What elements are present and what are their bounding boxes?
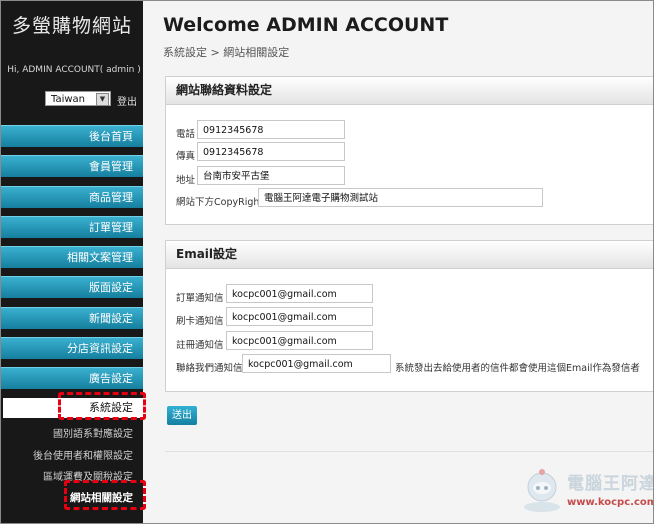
watermark: 電腦王阿達 www.kocpc.com.tw (519, 467, 653, 519)
menu-item-branches[interactable]: 分店資訊設定 (1, 337, 143, 360)
copyright-input[interactable]: 電腦王阿達電子購物測試站 (258, 188, 543, 207)
content-divider (165, 451, 653, 452)
sidebar: 多螢購物網站 Hi, ADMIN ACCOUNT( admin ) Taiwan… (1, 1, 143, 523)
contact-settings-panel: 網站聯絡資料設定 電話 0912345678 傳真 0912345678 地址 … (165, 76, 653, 225)
register-email-input[interactable]: kocpc001@gmail.com (226, 331, 373, 350)
watermark-name: 電腦王阿達 (567, 474, 654, 494)
card-email-input[interactable]: kocpc001@gmail.com (226, 307, 373, 326)
phone-input[interactable]: 0912345678 (197, 120, 345, 139)
sender-note: 系統發出去給使用者的信件都會使用這個Email作為發信者 (395, 363, 640, 374)
menu-item-layout[interactable]: 版面設定 (1, 276, 143, 299)
chevron-down-icon[interactable]: ▼ (96, 93, 109, 106)
email-panel-heading: Email設定 (166, 241, 653, 269)
fax-label: 傳真 (176, 151, 196, 162)
fax-input[interactable]: 0912345678 (197, 142, 345, 161)
page-title: Welcome ADMIN ACCOUNT (163, 14, 449, 36)
app-window: 多螢購物網站 Hi, ADMIN ACCOUNT( admin ) Taiwan… (0, 0, 654, 524)
contact-panel-heading: 網站聯絡資料設定 (166, 77, 653, 105)
language-select-value: Taiwan (51, 94, 86, 105)
language-select[interactable]: Taiwan ▼ (45, 91, 111, 106)
card-email-label: 刷卡通知信 (176, 316, 224, 327)
order-email-label: 訂單通知信 (176, 293, 224, 304)
menu-item-orders[interactable]: 訂單管理 (1, 215, 143, 238)
phone-label: 電話 (176, 129, 196, 140)
email-settings-panel: Email設定 訂單通知信 kocpc001@gmail.com 刷卡通知信 k… (165, 240, 653, 392)
submit-button[interactable]: 送出 (167, 406, 197, 425)
contact-email-label: 聯絡我們通知信 (176, 363, 243, 374)
main-menu: 後台首頁 會員管理 商品管理 訂單管理 相關文案管理 版面設定 新聞設定 分店資… (1, 125, 143, 398)
watermark-url: www.kocpc.com.tw (567, 497, 653, 508)
address-label: 地址 (176, 175, 196, 186)
menu-item-news[interactable]: 新聞設定 (1, 306, 143, 329)
register-email-label: 註冊通知信 (176, 340, 224, 351)
contact-email-input[interactable]: kocpc001@gmail.com (242, 354, 391, 373)
highlight-box-site-settings (64, 480, 146, 510)
highlight-box-system-settings (58, 392, 146, 420)
site-brand: 多螢購物網站 (11, 15, 132, 37)
menu-item-products[interactable]: 商品管理 (1, 185, 143, 208)
mascot-icon (524, 469, 560, 512)
menu-item-copywriting[interactable]: 相關文案管理 (1, 246, 143, 269)
submenu-item-admin-users[interactable]: 後台使用者和權限設定 (1, 447, 143, 462)
menu-item-members[interactable]: 會員管理 (1, 155, 143, 178)
greeting-text: Hi, ADMIN ACCOUNT( admin ) (7, 65, 141, 75)
breadcrumb: 系統設定 > 網站相關設定 (163, 46, 290, 59)
logout-link[interactable]: 登出 (117, 93, 137, 108)
menu-item-ads[interactable]: 廣告設定 (1, 367, 143, 390)
submenu-item-locale[interactable]: 國別語系對應設定 (1, 425, 143, 440)
language-select-wrap: Taiwan ▼ (45, 91, 111, 106)
menu-item-dashboard[interactable]: 後台首頁 (1, 125, 143, 147)
address-input[interactable]: 台南市安平古堡 (197, 166, 345, 185)
copyright-label: 網站下方CopyRight (176, 197, 264, 208)
order-email-input[interactable]: kocpc001@gmail.com (226, 284, 373, 303)
main-content: Welcome ADMIN ACCOUNT 系統設定 > 網站相關設定 網站聯絡… (143, 1, 653, 523)
